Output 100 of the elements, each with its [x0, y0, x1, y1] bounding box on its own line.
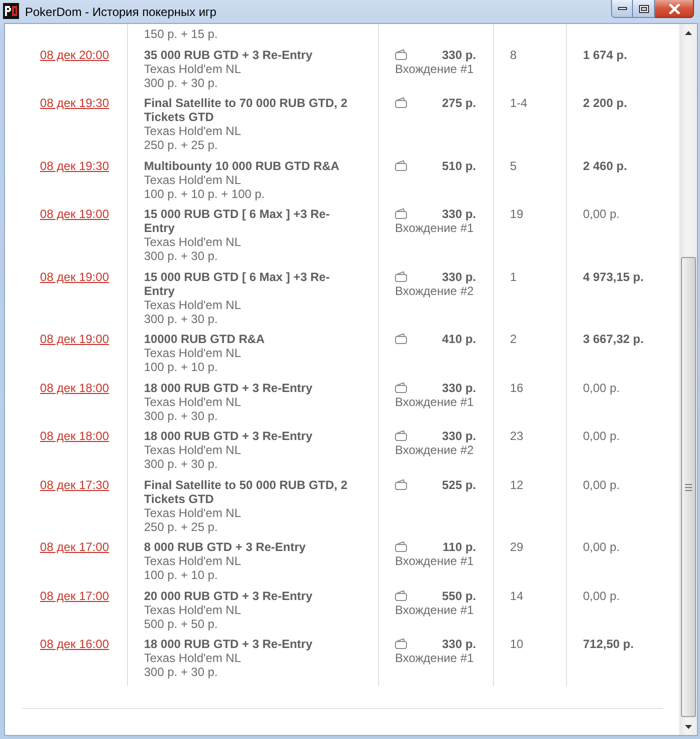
- buyin-text: 300 р. + 30 р.: [144, 76, 219, 90]
- place-text: 2: [510, 332, 518, 346]
- wallet-icon: [395, 590, 407, 600]
- scrollbar-thumb[interactable]: [681, 257, 696, 717]
- game-type: Texas Hold'em NL: [144, 651, 242, 665]
- tournament-title: Final Satellite to 50 000 RUB GTD, 2 Tickets GTD: [144, 478, 348, 506]
- app-logo-icon: [3, 3, 19, 19]
- tournament-title: 8 000 RUB GTD + 3 Re-Entry: [144, 540, 307, 554]
- down-arrow-icon: [685, 724, 692, 728]
- tournament-title: 15 000 RUB GTD [ 6 Max ] +3 Re-Entry: [144, 207, 331, 235]
- close-icon: [668, 4, 680, 14]
- game-type: Texas Hold'em NL: [144, 172, 242, 186]
- prize-text: 3 667,32 р.: [583, 332, 645, 346]
- tournament-title: 35 000 RUB GTD + 3 Re-Entry: [144, 48, 314, 62]
- place-text: 12: [510, 478, 524, 492]
- cost-text: 330 р.: [442, 429, 476, 443]
- maximize-button[interactable]: [633, 0, 655, 18]
- game-type: Texas Hold'em NL: [144, 298, 242, 312]
- game-type: Texas Hold'em NL: [144, 394, 242, 408]
- place-text: 14: [510, 588, 524, 602]
- minimize-icon: [618, 7, 626, 10]
- buyin-text: 250 р. + 25 р.: [144, 520, 219, 534]
- date-link[interactable]: 08 дек 18:00: [40, 380, 109, 394]
- cost-text: 550 р.: [442, 588, 476, 602]
- place-text: 8: [510, 48, 518, 62]
- cost-text: 410 р.: [442, 332, 476, 346]
- entry-number: Вхождение #2: [395, 443, 475, 457]
- date-link[interactable]: 08 дек 19:30: [40, 96, 109, 110]
- minimize-button[interactable]: [611, 0, 633, 18]
- tournament-title: Final Satellite to 70 000 RUB GTD, 2 Tickets GTD: [144, 96, 348, 124]
- up-arrow-icon: [685, 30, 692, 34]
- cost-text: 330 р.: [442, 207, 476, 221]
- game-type: Texas Hold'em NL: [144, 602, 242, 616]
- cost-text: 330 р.: [442, 637, 476, 651]
- buyin-text: 100 р. + 10 р.: [144, 360, 219, 374]
- wallet-icon: [395, 333, 407, 344]
- entry-number: Вхождение #1: [395, 221, 475, 235]
- tournament-title: Multibounty 10 000 RUB GTD R&A: [144, 158, 340, 172]
- cost-text: 110 р.: [442, 540, 476, 554]
- cost-text: 330 р.: [442, 270, 476, 284]
- tournament-title: 18 000 RUB GTD + 3 Re-Entry: [144, 637, 314, 651]
- prize-text: 0,00 р.: [583, 207, 621, 221]
- close-button[interactable]: [655, 0, 694, 18]
- tournament-title: 18 000 RUB GTD + 3 Re-Entry: [144, 429, 314, 443]
- cost-text: 330 р.: [442, 380, 476, 394]
- place-text: 29: [510, 540, 524, 554]
- tournament-title: 15 000 RUB GTD [ 6 Max ] +3 Re-Entry: [144, 270, 331, 298]
- game-type: Texas Hold'em NL: [144, 62, 242, 76]
- game-type: Texas Hold'em NL: [144, 124, 242, 138]
- date-link[interactable]: 08 дек 18:00: [40, 429, 109, 443]
- place-text: 1-4: [510, 96, 528, 110]
- window-title: PokerDom - История покерных игр: [25, 5, 216, 19]
- date-link[interactable]: 08 дек 17:00: [40, 588, 109, 602]
- tournament-title: 18 000 RUB GTD + 3 Re-Entry: [144, 380, 314, 394]
- place-text: 19: [510, 207, 524, 221]
- buyin-text: 300 р. + 30 р.: [144, 408, 219, 422]
- buyin-text: 500 р. + 50 р.: [144, 616, 219, 630]
- entry-number: Вхождение #2: [395, 284, 475, 298]
- game-type: Texas Hold'em NL: [144, 554, 242, 568]
- wallet-icon: [395, 97, 407, 108]
- date-link[interactable]: 08 дек 16:00: [40, 637, 109, 651]
- game-type: Texas Hold'em NL: [144, 235, 242, 249]
- buyin-text: 150 р. + 15 р.: [144, 27, 219, 41]
- place-text: 10: [510, 637, 524, 651]
- prize-text: 2 200 р.: [583, 96, 628, 110]
- prize-text: 0,00 р.: [583, 540, 621, 554]
- game-type: Texas Hold'em NL: [144, 506, 242, 520]
- cost-text: 525 р.: [442, 478, 476, 492]
- date-link[interactable]: 08 дек 19:00: [40, 270, 109, 284]
- cost-text: 275 р.: [442, 96, 476, 110]
- tournament-title: 20 000 RUB GTD + 3 Re-Entry: [144, 588, 314, 602]
- wallet-icon: [395, 541, 407, 552]
- wallet-icon: [395, 270, 407, 282]
- date-link[interactable]: 08 дек 19:00: [40, 332, 109, 346]
- date-link[interactable]: 08 дек 17:30: [40, 478, 109, 492]
- game-type: Texas Hold'em NL: [144, 346, 242, 360]
- wallet-icon: [395, 638, 407, 649]
- buyin-text: 100 р. + 10 р.: [144, 568, 219, 582]
- wallet-icon: [395, 48, 407, 60]
- entry-number: Вхождение #1: [395, 62, 475, 76]
- entry-number: Вхождение #1: [395, 554, 475, 568]
- wallet-icon: [395, 382, 407, 392]
- place-text: 23: [510, 429, 524, 443]
- date-link[interactable]: 08 дек 19:00: [40, 207, 109, 221]
- buyin-text: 300 р. + 30 р.: [144, 665, 219, 679]
- cost-text: 330 р.: [442, 48, 476, 62]
- prize-text: 1 674 р.: [583, 48, 628, 62]
- place-text: 5: [510, 158, 518, 172]
- buyin-text: 300 р. + 30 р.: [144, 312, 219, 326]
- maximize-icon: [638, 4, 648, 12]
- date-link[interactable]: 08 дек 19:30: [40, 158, 109, 172]
- buyin-text: 250 р. + 25 р.: [144, 138, 219, 152]
- wallet-icon: [395, 478, 407, 490]
- buyin-text: 300 р. + 30 р.: [144, 457, 219, 471]
- date-link[interactable]: 08 дек 20:00: [40, 48, 109, 62]
- prize-text: 712,50 р.: [583, 637, 635, 651]
- date-link[interactable]: 08 дек 17:00: [40, 540, 109, 554]
- prize-text: 4 973,15 р.: [583, 270, 645, 284]
- cost-text: 510 р.: [442, 158, 476, 172]
- entry-number: Вхождение #1: [395, 651, 475, 665]
